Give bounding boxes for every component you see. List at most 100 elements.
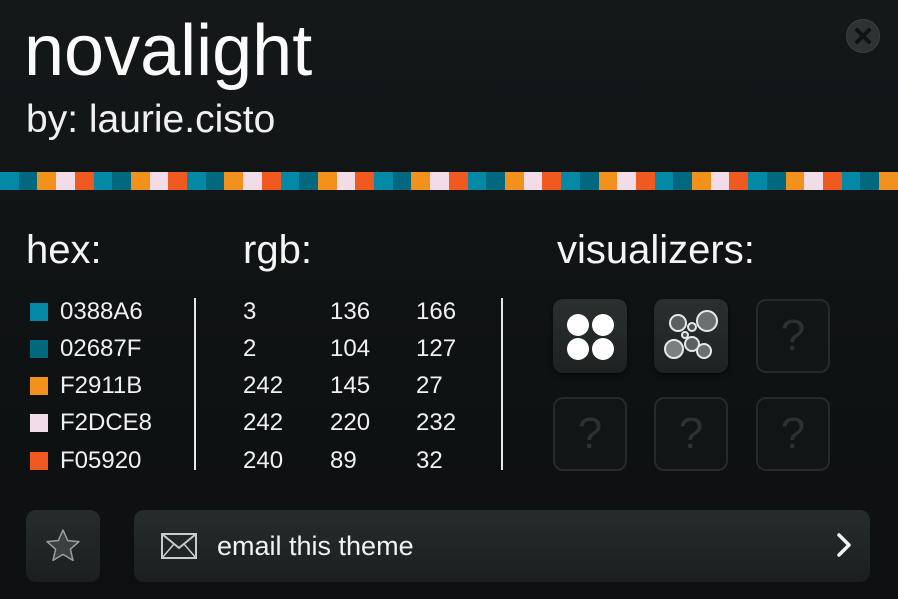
stripe-block: [579, 172, 599, 190]
stripe-block: [18, 172, 38, 190]
stripe-block: [130, 172, 150, 190]
stripe-block: [336, 172, 356, 190]
column-divider: [194, 298, 196, 470]
hex-row: 0388A6: [30, 298, 143, 326]
stripe-block: [430, 172, 449, 190]
rgb-blue: 127: [416, 335, 457, 362]
theme-author: by: laurie.cisto: [26, 98, 276, 141]
locked-visualizer-slot: ?: [756, 299, 830, 373]
rgb-red: 3: [243, 298, 257, 325]
locked-visualizer-slot: ?: [756, 397, 830, 471]
four-dots-icon: [567, 314, 614, 360]
stripe-block: [542, 172, 562, 190]
stripe-block: [448, 172, 468, 190]
hex-row: F2DCE8: [30, 409, 152, 437]
stripe-block: [654, 172, 674, 190]
stripe-block: [93, 172, 113, 190]
stripe-block: [0, 172, 19, 190]
locked-visualizer-slot: ?: [654, 397, 728, 471]
stripe-block: [710, 172, 730, 190]
rgb-green: 220: [330, 409, 371, 436]
color-swatch: [30, 414, 48, 432]
envelope-icon: [161, 533, 197, 559]
stripe-block: [635, 172, 655, 190]
stripe-block: [411, 172, 431, 190]
stripe-block: [748, 172, 767, 190]
stripe-block: [598, 172, 618, 190]
stripe-block: [486, 172, 505, 190]
stripe-block: [56, 172, 75, 190]
stripe-block: [804, 172, 823, 190]
color-swatch: [30, 340, 48, 358]
stripe-block: [355, 172, 375, 190]
rgb-blue: 27: [416, 372, 443, 399]
color-swatch: [30, 452, 48, 470]
stripe-block: [841, 172, 861, 190]
hex-heading: hex:: [26, 228, 102, 272]
hex-row: F2911B: [30, 372, 142, 400]
stripe-block: [561, 172, 580, 190]
rgb-green: 104: [330, 335, 371, 362]
question-mark-icon: ?: [780, 311, 806, 360]
color-swatch: [30, 303, 48, 321]
stripe-block: [766, 172, 786, 190]
stripe-block: [785, 172, 805, 190]
rgb-blue: 32: [416, 447, 443, 474]
close-icon: [855, 28, 871, 44]
stripe-block: [729, 172, 749, 190]
close-button[interactable]: [846, 19, 880, 53]
dots-visualizer-button[interactable]: [553, 299, 627, 373]
rgb-green: 136: [330, 298, 371, 325]
rgb-red: 242: [243, 409, 284, 436]
stripe-block: [205, 172, 225, 190]
question-mark-icon: ?: [577, 409, 603, 458]
stripe-block: [317, 172, 337, 190]
stripe-block: [822, 172, 842, 190]
hex-row: 02687F: [30, 335, 141, 363]
stripe-block: [617, 172, 636, 190]
theme-title: novalight: [24, 11, 313, 91]
stripe-block: [149, 172, 169, 190]
bubbles-icon: [664, 310, 718, 359]
stripe-block: [112, 172, 131, 190]
stripe-block: [374, 172, 393, 190]
stripe-block: [224, 172, 244, 190]
email-theme-button[interactable]: email this theme: [134, 510, 870, 582]
stripe-block: [860, 172, 880, 190]
locked-visualizer-slot: ?: [553, 397, 627, 471]
stripe-block: [523, 172, 543, 190]
hex-value: F2DCE8: [60, 409, 153, 436]
stripe-block: [74, 172, 94, 190]
rgb-red: 240: [243, 447, 284, 474]
hex-value: 02687F: [60, 335, 142, 362]
stripe-block: [299, 172, 318, 190]
hex-row: F05920: [30, 447, 141, 475]
stripe-block: [467, 172, 487, 190]
hex-value: F05920: [60, 447, 142, 474]
rgb-blue: 232: [416, 409, 457, 436]
email-label: email this theme: [217, 530, 414, 561]
question-mark-icon: ?: [678, 409, 704, 458]
stripe-block: [261, 172, 281, 190]
rgb-red: 242: [243, 372, 284, 399]
favorite-button[interactable]: [26, 510, 100, 582]
stripe-block: [37, 172, 57, 190]
question-mark-icon: ?: [780, 409, 806, 458]
color-swatch: [30, 377, 48, 395]
stripe-block: [392, 172, 412, 190]
rgb-heading: rgb:: [243, 228, 312, 272]
stripe-block: [673, 172, 693, 190]
stripe-block: [243, 172, 262, 190]
stripe-block: [187, 172, 206, 190]
hex-value: F2911B: [60, 372, 143, 399]
stripe-block: [280, 172, 300, 190]
column-divider: [501, 298, 503, 470]
rgb-blue: 166: [416, 298, 457, 325]
chevron-right-icon: [837, 533, 851, 557]
visualizers-heading: visualizers:: [557, 228, 755, 272]
stripe-block: [504, 172, 524, 190]
rgb-red: 2: [243, 335, 257, 362]
rgb-green: 89: [330, 447, 357, 474]
bubbles-visualizer-button[interactable]: [654, 299, 728, 373]
stripe-block: [879, 172, 898, 190]
